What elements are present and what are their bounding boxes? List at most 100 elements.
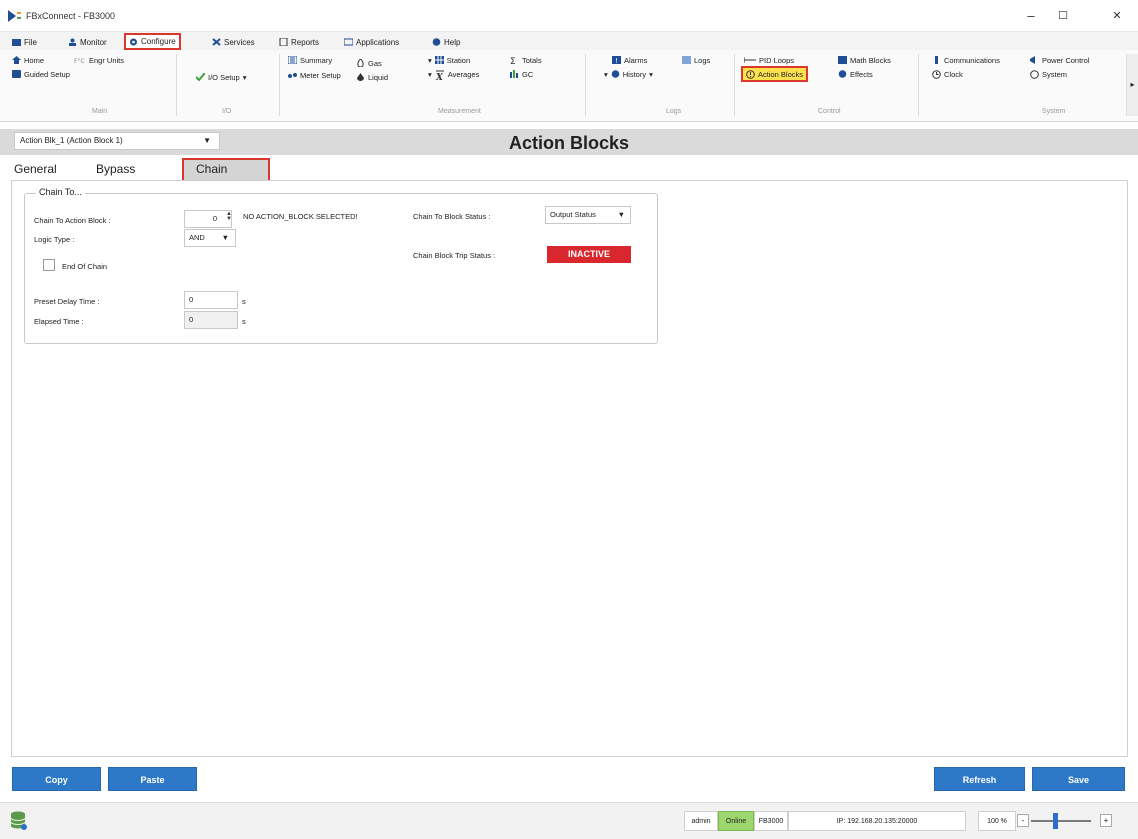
check-icon	[195, 72, 206, 82]
ribbon-station-label: Station	[446, 55, 471, 65]
ribbon-scroll-right-icon[interactable]: ▸	[1126, 54, 1138, 116]
close-button[interactable]: ✕	[1102, 6, 1132, 26]
ribbon-gc[interactable]: GC	[510, 68, 533, 80]
ribbon-clock-label: Clock	[944, 69, 963, 79]
chain-to-group-title: Chain To...	[36, 187, 85, 197]
sigma-icon: Σ	[510, 56, 519, 67]
ribbon-alarms[interactable]: ! Alarms	[612, 54, 647, 66]
ribbon-effects[interactable]: Effects	[838, 68, 873, 80]
save-button[interactable]: Save	[1032, 767, 1125, 791]
ribbon-summary[interactable]: Summary	[287, 54, 333, 66]
gas-flame-icon	[356, 58, 365, 68]
ribbon-totals-label: Totals	[522, 55, 542, 65]
tools-icon	[212, 38, 221, 46]
logic-type-select[interactable]: AND ▼	[184, 229, 236, 247]
zoom-slider-track[interactable]	[1031, 820, 1091, 822]
spinner-arrows-icon[interactable]: ▲ ▼	[226, 211, 232, 222]
ribbon-io-setup[interactable]: I/O Setup ▾	[195, 71, 246, 83]
menu-help-label: Help	[444, 37, 461, 47]
ribbon-station[interactable]: ▾ Station	[428, 54, 470, 66]
chain-to-block-status-select[interactable]: Output Status ▼	[545, 206, 631, 224]
ribbon-meter-setup[interactable]: Meter Setup	[288, 69, 341, 81]
refresh-button[interactable]: Refresh	[934, 767, 1025, 791]
alarm-icon: !	[612, 56, 621, 65]
title-bar: FBxConnect - FB3000 – ☐ ✕	[0, 0, 1138, 32]
history-bullet-icon: ▾	[604, 69, 608, 79]
chevron-down-icon: ▼	[221, 233, 229, 242]
zoom-in-button[interactable]: +	[1100, 814, 1112, 827]
menu-monitor[interactable]: Monitor	[68, 35, 107, 49]
average-x-bar-icon: X	[435, 70, 445, 83]
maximize-button[interactable]: ☐	[1048, 6, 1078, 26]
chain-to-action-block-input[interactable]: 0	[184, 210, 232, 228]
zoom-out-button[interactable]: -	[1017, 814, 1029, 827]
ribbon-history[interactable]: ▾ History ▾	[604, 68, 653, 80]
menu-applications[interactable]: Applications	[343, 35, 399, 49]
document-icon	[279, 37, 288, 47]
history-icon	[611, 70, 620, 78]
preset-delay-unit: s	[242, 297, 246, 306]
ribbon-averages[interactable]: ▾ X Averages	[428, 68, 480, 84]
menu-file-label: File	[24, 37, 37, 47]
menu-services[interactable]: Services	[212, 35, 255, 49]
ribbon-math-blocks-label: Math Blocks	[850, 55, 891, 65]
copy-button[interactable]: Copy	[12, 767, 101, 791]
ribbon-separator	[734, 54, 735, 116]
ribbon-math-blocks[interactable]: Math Blocks	[838, 54, 891, 66]
ribbon-gc-label: GC	[522, 69, 534, 79]
end-of-chain-label: End Of Chain	[62, 262, 108, 271]
ribbon-averages-label: Averages	[447, 69, 480, 79]
liquid-drop-icon	[356, 73, 365, 81]
action-block-icon	[746, 70, 755, 79]
group-label-measurement: Measurement	[438, 108, 481, 115]
gc-icon	[510, 70, 519, 78]
elapsed-time-unit: s	[242, 317, 246, 326]
ribbon-gas-label: Gas	[368, 58, 382, 68]
ribbon-action-blocks-label: Action Blocks	[758, 69, 804, 79]
tab-general[interactable]: General	[14, 158, 57, 180]
ribbon-communications[interactable]: Communications	[932, 54, 1000, 66]
ribbon-totals[interactable]: Σ Totals	[510, 54, 542, 68]
menu-configure-label: Configure	[141, 37, 176, 46]
ribbon-summary-label: Summary	[300, 55, 333, 65]
ribbon-io-setup-label: I/O Setup	[208, 72, 240, 82]
ribbon-engr-units-label: Engr Units	[89, 55, 125, 65]
chevron-down-icon: ▼	[617, 210, 625, 219]
ribbon-guided-setup[interactable]: Guided Setup	[12, 68, 70, 80]
paste-button[interactable]: Paste	[108, 767, 197, 791]
status-ip-address: IP: 192.168.20.135:20000	[788, 811, 966, 831]
ribbon-separator	[918, 54, 919, 116]
menu-configure[interactable]: Configure	[124, 33, 181, 50]
ribbon-pid-loops[interactable]: PID Loops	[743, 54, 794, 66]
menu-help[interactable]: Help	[432, 35, 460, 49]
ribbon-toolbar: Home F°C Engr Units Guided Setup Main I/…	[0, 50, 1138, 122]
chain-to-block-status-value: Output Status	[550, 210, 596, 219]
ribbon-gas[interactable]: Gas	[356, 57, 382, 69]
tab-bypass[interactable]: Bypass	[96, 158, 135, 180]
group-label-logs: Logs	[666, 108, 682, 115]
zoom-level: 100 %	[978, 811, 1016, 831]
end-of-chain-checkbox[interactable]	[43, 259, 55, 271]
ribbon-liquid[interactable]: Liquid	[356, 71, 388, 83]
zoom-slider-handle[interactable]	[1053, 813, 1058, 829]
tab-chain[interactable]: Chain	[182, 158, 270, 180]
ribbon-action-blocks[interactable]: Action Blocks	[741, 66, 809, 82]
ribbon-engr-units[interactable]: F°C Engr Units	[74, 54, 124, 66]
ribbon-separator	[279, 54, 280, 116]
preset-delay-time-input[interactable]: 0	[184, 291, 238, 309]
folder-icon	[12, 38, 21, 46]
ribbon-power-control[interactable]: Power Control	[1030, 54, 1090, 66]
logic-type-value: AND	[189, 233, 205, 242]
gear-icon	[129, 38, 138, 46]
menu-file[interactable]: File	[12, 35, 37, 49]
ribbon-guided-setup-label: Guided Setup	[24, 69, 70, 79]
ribbon-logs[interactable]: Logs	[682, 54, 710, 66]
menu-services-label: Services	[224, 37, 255, 47]
ribbon-home[interactable]: Home	[12, 54, 44, 66]
logic-type-label: Logic Type :	[34, 235, 75, 244]
ribbon-clock[interactable]: Clock	[932, 68, 963, 80]
group-label-io: I/O	[222, 108, 232, 115]
minimize-button[interactable]: –	[1016, 6, 1046, 26]
menu-reports[interactable]: Reports	[279, 35, 319, 49]
ribbon-system[interactable]: System	[1030, 68, 1067, 80]
